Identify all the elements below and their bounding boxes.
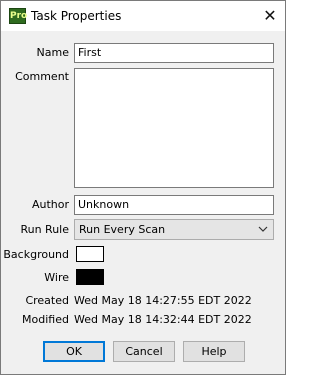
cancel-button[interactable]: Cancel bbox=[113, 341, 175, 362]
author-label: Author bbox=[31, 198, 69, 211]
close-button[interactable]: ✕ bbox=[255, 1, 285, 31]
created-value: Wed May 18 14:27:55 EDT 2022 bbox=[74, 294, 252, 307]
chevron-down-icon bbox=[258, 226, 268, 232]
name-label: Name bbox=[36, 46, 69, 59]
author-input[interactable]: Unknown bbox=[74, 195, 274, 215]
background-color-swatch[interactable] bbox=[76, 246, 104, 262]
run-rule-select[interactable]: Run Every Scan bbox=[74, 219, 274, 240]
modified-value: Wed May 18 14:32:44 EDT 2022 bbox=[74, 313, 252, 326]
run-rule-label: Run Rule bbox=[20, 223, 69, 236]
created-label: Created bbox=[25, 294, 69, 307]
name-input[interactable]: First bbox=[74, 43, 274, 63]
modified-label: Modified bbox=[22, 313, 69, 326]
run-rule-value: Run Every Scan bbox=[79, 223, 166, 236]
comment-textarea[interactable] bbox=[74, 68, 274, 188]
task-properties-dialog: Pro Task Properties ✕ Name First Comment… bbox=[0, 0, 286, 375]
title-bar: Pro Task Properties ✕ bbox=[1, 1, 285, 31]
app-icon: Pro bbox=[9, 8, 27, 24]
ok-button[interactable]: OK bbox=[43, 341, 105, 362]
wire-color-swatch[interactable] bbox=[76, 269, 104, 285]
comment-label: Comment bbox=[15, 70, 69, 83]
wire-label: Wire bbox=[44, 271, 69, 284]
background-label: Background bbox=[3, 248, 69, 261]
help-button[interactable]: Help bbox=[183, 341, 245, 362]
window-title: Task Properties bbox=[31, 9, 122, 23]
